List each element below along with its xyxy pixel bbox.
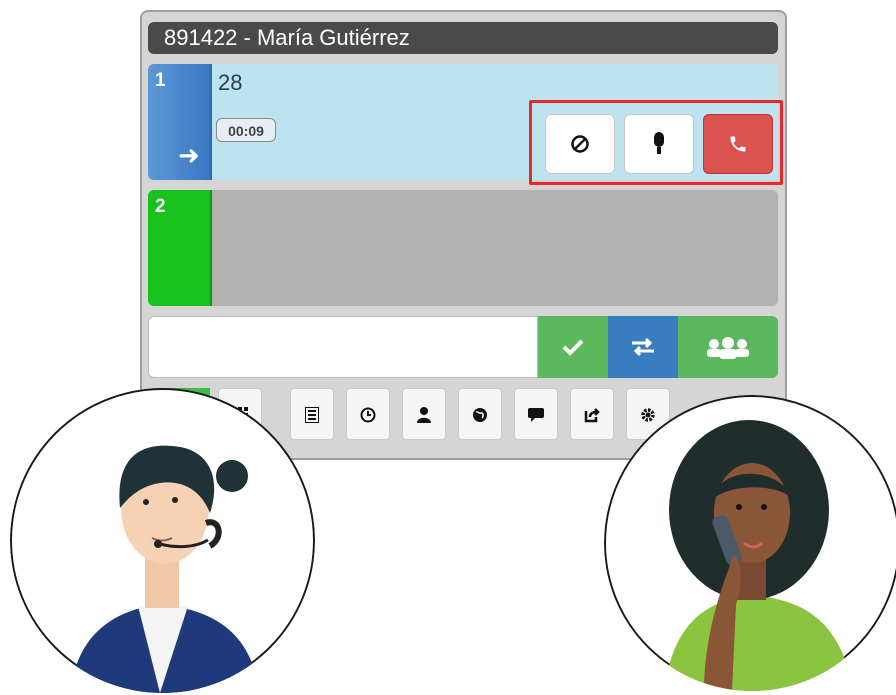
- share-button[interactable]: [570, 388, 614, 440]
- caller-title: 891422 - María Gutiérrez: [164, 25, 410, 50]
- contacts-button[interactable]: [402, 388, 446, 440]
- caller-title-bar: 891422 - María Gutiérrez: [148, 22, 778, 54]
- customer-avatar: [604, 395, 896, 691]
- call-log-button[interactable]: [290, 388, 334, 440]
- share-icon: [584, 408, 600, 423]
- call-timer: 00:09: [216, 118, 276, 142]
- conference-icon: [707, 337, 749, 359]
- line-2-indicator[interactable]: 2: [148, 190, 212, 306]
- dial-row: [148, 316, 778, 378]
- chat-button[interactable]: [514, 388, 558, 440]
- incoming-arrow-icon: ➜: [178, 140, 200, 170]
- call-number: 28: [218, 70, 243, 95]
- line-2-idle[interactable]: 2: [148, 190, 778, 306]
- chat-icon: [528, 408, 544, 422]
- dial-button[interactable]: [538, 316, 608, 378]
- clock-icon: [360, 407, 376, 423]
- transfer-icon: [632, 337, 654, 357]
- agent-avatar: [10, 388, 315, 693]
- transfer-button[interactable]: [608, 316, 678, 378]
- line-1-number: 1: [155, 70, 166, 91]
- list-icon: [305, 407, 319, 423]
- line-2-number: 2: [155, 196, 166, 217]
- globe-icon: [473, 408, 487, 422]
- history-button[interactable]: [346, 388, 390, 440]
- dial-input[interactable]: [148, 316, 538, 378]
- check-icon: [562, 339, 584, 356]
- gear-icon: [641, 408, 655, 422]
- web-button[interactable]: [458, 388, 502, 440]
- call-actions-highlight: [529, 100, 783, 185]
- contact-icon: [417, 407, 431, 423]
- line-1-indicator[interactable]: 1 ➜: [148, 64, 212, 180]
- conference-button[interactable]: [678, 316, 778, 378]
